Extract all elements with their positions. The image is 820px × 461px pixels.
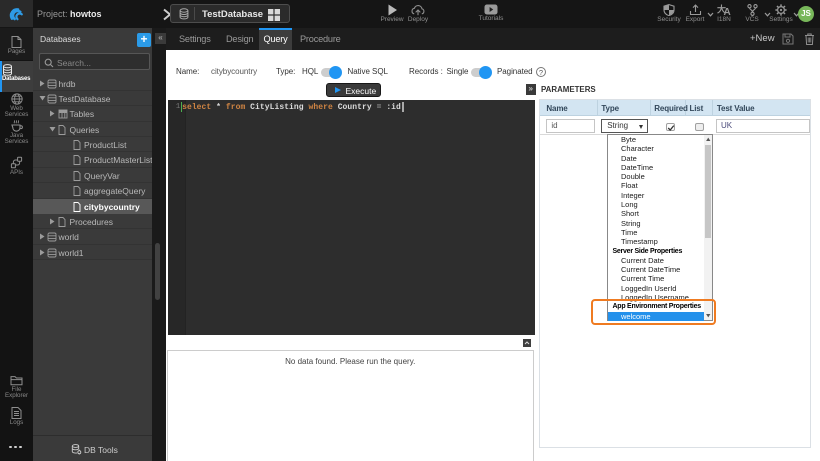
svg-text:A: A	[724, 7, 731, 16]
